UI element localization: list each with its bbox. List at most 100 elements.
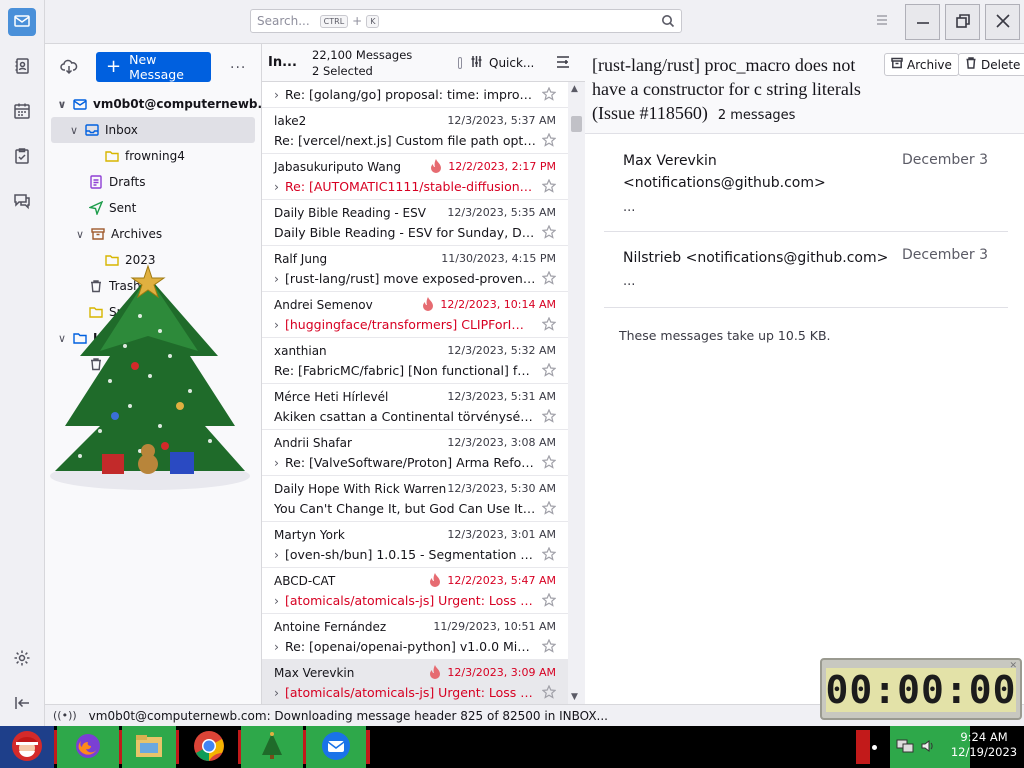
thread-row[interactable]: lake2 12/3/2023, 5:37 AM Re: [vercel/next.…	[262, 108, 568, 154]
row-subject: Akiken csattan a Continental törvénysért…	[274, 409, 536, 424]
app-menu-button[interactable]	[875, 13, 889, 27]
archive-button[interactable]: Archive	[884, 53, 959, 76]
close-window-button[interactable]	[985, 4, 1020, 40]
thread-row[interactable]: Ralf Jung 11/30/2023, 4:15 PM › [rust-lang/…	[262, 246, 568, 292]
tasks-button[interactable]	[8, 143, 36, 171]
global-search-input[interactable]: Search... CTRL + K	[250, 9, 682, 33]
stopwatch-display: 00:00:00	[825, 668, 1017, 712]
display-options-button[interactable]	[556, 55, 570, 69]
folder-frowning4[interactable]: frowning4	[105, 143, 185, 169]
folder-local-folders[interactable]: ∨ Local	[55, 325, 128, 351]
gear-icon	[13, 649, 31, 670]
taskbar-christmas-tree[interactable]	[241, 726, 303, 768]
chevron-down-icon[interactable]: ∨	[55, 332, 69, 345]
folder-archives[interactable]: ∨ Archives	[73, 221, 162, 247]
chevron-right-icon[interactable]: ›	[274, 639, 279, 654]
start-button[interactable]	[0, 726, 54, 768]
get-messages-button[interactable]	[60, 58, 80, 78]
chevron-right-icon[interactable]: ›	[274, 547, 279, 562]
row-subject-text: Daily Bible Reading - ESV for Sunday, De…	[274, 225, 536, 240]
thread-row[interactable]: Daily Hope With Rick Warren 12/3/2023, 5:…	[262, 476, 568, 522]
chevron-right-icon[interactable]: ›	[274, 179, 279, 194]
folder-drafts[interactable]: Drafts	[89, 169, 146, 195]
row-subject-text: Re: [AUTOMATIC1111/stable-diffusion-web.…	[285, 179, 536, 194]
folder-spam[interactable]: Spam	[89, 299, 143, 325]
stopwatch-widget[interactable]: ✕ 00:00:00	[820, 658, 1022, 720]
chevron-right-icon[interactable]: ›	[274, 317, 279, 332]
folder-pane-more-button[interactable]: ...	[230, 56, 246, 72]
thread-row[interactable]: › Re: [golang/go] proposal: time: improv.…	[262, 82, 568, 108]
address-book-button[interactable]	[8, 53, 36, 81]
collapse-spaces-button[interactable]	[8, 690, 36, 718]
taskbar-chrome[interactable]	[179, 726, 239, 768]
star-icon[interactable]	[541, 638, 557, 653]
selected-count: 2 Selected	[312, 64, 373, 78]
chevron-down-icon[interactable]: ∨	[67, 124, 81, 137]
thread-row[interactable]: Andrii Shafar 12/3/2023, 3:08 AM › Re: [Val…	[262, 430, 568, 476]
chevron-down-icon[interactable]: ∨	[55, 98, 69, 111]
calendar-button[interactable]	[8, 98, 36, 126]
scroll-up-icon[interactable]: ▲	[571, 84, 578, 94]
star-icon[interactable]	[541, 454, 557, 469]
message-card[interactable]: Max Verevkin <notifications@github.com> …	[604, 144, 1008, 232]
tasks-icon	[13, 147, 31, 168]
thread-row[interactable]: Antoine Fernández 11/29/2023, 10:51 AM › Re…	[262, 614, 568, 660]
delete-label: Delete	[981, 57, 1021, 72]
chevron-right-icon[interactable]: ›	[274, 455, 279, 470]
star-icon[interactable]	[541, 684, 557, 699]
restore-button[interactable]	[945, 4, 980, 40]
star-icon[interactable]	[541, 408, 557, 423]
star-icon[interactable]	[541, 224, 557, 239]
scroll-down-icon[interactable]: ▼	[571, 692, 578, 702]
star-icon[interactable]	[541, 362, 557, 377]
folder-trash[interactable]: Trash	[89, 273, 141, 299]
taskbar-firefox[interactable]	[57, 726, 119, 768]
star-icon[interactable]	[541, 86, 557, 101]
star-icon[interactable]	[541, 546, 557, 561]
thread-row[interactable]: Martyn York 12/3/2023, 3:01 AM › [oven-sh/b…	[262, 522, 568, 568]
chevron-right-icon[interactable]: ›	[274, 593, 279, 608]
row-subject-text: [huggingface/transformers] CLIPForImage.…	[285, 317, 536, 332]
chevron-down-icon[interactable]: ∨	[73, 228, 87, 241]
new-message-button[interactable]: + New Message	[96, 52, 211, 82]
star-icon[interactable]	[541, 270, 557, 285]
sent-icon	[87, 200, 104, 217]
star-icon[interactable]	[541, 316, 557, 331]
chat-button[interactable]	[8, 188, 36, 216]
mail-space-button[interactable]	[8, 8, 36, 36]
new-message-label: New Message	[129, 52, 184, 82]
taskbar-thunderbird[interactable]	[306, 726, 366, 768]
volume-icon[interactable]	[920, 738, 936, 757]
taskbar-file-explorer[interactable]	[122, 726, 176, 768]
thread-row[interactable]: xanthian 12/3/2023, 5:32 AM Re: [FabricMC/…	[262, 338, 568, 384]
thread-row[interactable]: ABCD-CAT 12/2/2023, 5:47 AM › [atomicals/at…	[262, 568, 568, 614]
star-icon[interactable]	[541, 500, 557, 515]
delete-button[interactable]: Delete	[958, 53, 1024, 76]
thread-row[interactable]: Andrei Semenov 12/2/2023, 10:14 AM › [huggi…	[262, 292, 568, 338]
folder-account[interactable]: ∨ vm0b0t@computernewb...	[55, 91, 272, 117]
message-card[interactable]: Nilstrieb <notifications@github.com> Dec…	[604, 232, 1008, 308]
folder-2023[interactable]: 2023	[105, 247, 156, 273]
network-icon[interactable]	[896, 738, 914, 757]
thread-row[interactable]: Mérce Heti Hírlevél 12/3/2023, 5:31 AM Aki…	[262, 384, 568, 430]
folder-sent[interactable]: Sent	[87, 195, 136, 221]
scroll-thumb[interactable]	[571, 116, 582, 132]
thread-row[interactable]: Max Verevkin 12/3/2023, 3:09 AM › [atomical…	[262, 660, 568, 704]
search-icon[interactable]	[661, 14, 675, 28]
thread-row[interactable]: Daily Bible Reading - ESV 12/3/2023, 5:35…	[262, 200, 568, 246]
chevron-right-icon[interactable]: ›	[274, 87, 279, 102]
chevron-right-icon[interactable]: ›	[274, 685, 279, 700]
star-icon[interactable]	[541, 592, 557, 607]
thread-scrollbar[interactable]: ▲ ▼	[568, 82, 585, 704]
folder-local-trash[interactable]: Trash	[89, 351, 141, 377]
star-icon[interactable]	[541, 178, 557, 193]
minimize-button[interactable]	[905, 4, 940, 40]
folder-inbox[interactable]: ∨ Inbox	[51, 117, 255, 143]
thread-row[interactable]: Jabasukuriputo Wang 12/2/2023, 2:17 PM › Re…	[262, 154, 568, 200]
settings-button[interactable]	[8, 645, 36, 673]
taskbar-clock[interactable]: 9:24 AM 12/19/2023	[944, 730, 1024, 760]
chevron-right-icon[interactable]: ›	[274, 271, 279, 286]
quick-filter-button[interactable]: Quick...	[458, 55, 534, 71]
star-icon[interactable]	[541, 132, 557, 147]
local-folder-icon	[73, 331, 87, 345]
